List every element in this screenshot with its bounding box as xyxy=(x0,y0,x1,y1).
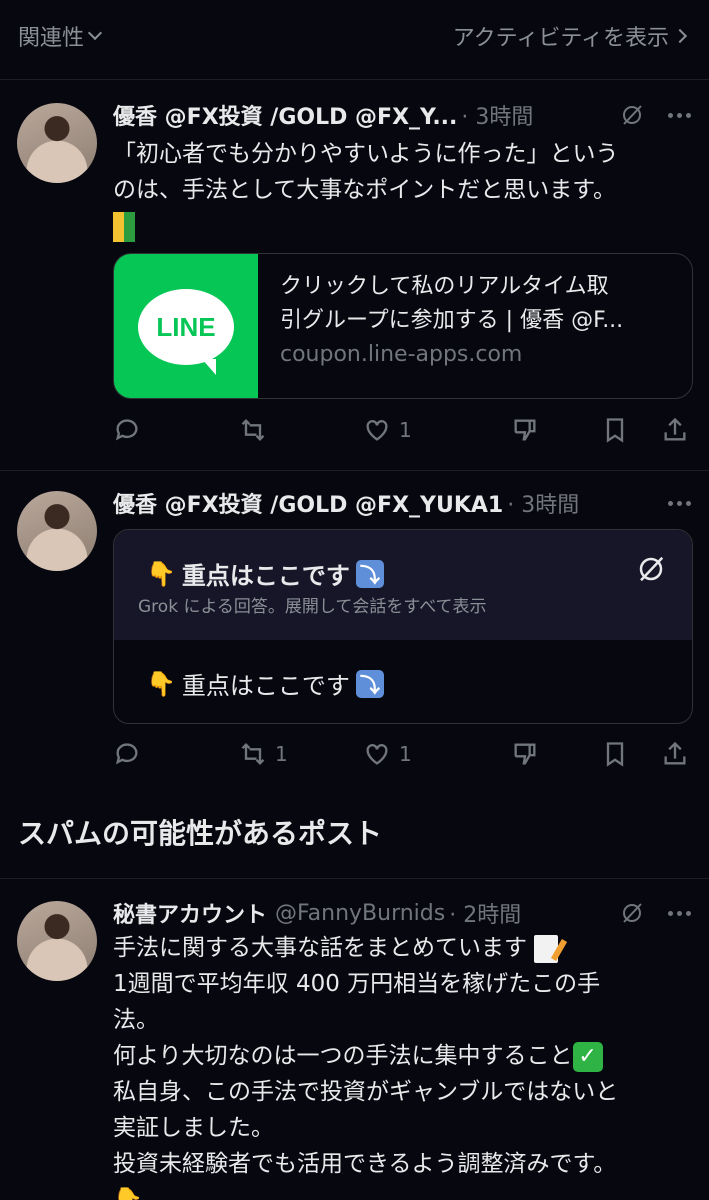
dislike-button[interactable] xyxy=(511,740,539,768)
post-2[interactable]: 優香 @FX投資 /GOLD @FX_YUKA1 · 3時間 👇 重点はここです… xyxy=(0,471,709,791)
post-text: 「初心者でも分かりやすいように作った」という のは、手法として大事なポイントだと… xyxy=(113,136,679,244)
post-text-line: 1週間で平均年収 400 万円相当を稼げたこの手 xyxy=(113,971,601,997)
post-actions: 1 1 xyxy=(113,739,693,769)
repost-button[interactable]: 1 xyxy=(239,740,288,768)
memo-icon xyxy=(534,934,559,963)
post-text-line: 実証しました。 xyxy=(113,1115,274,1141)
post-time[interactable]: · 3時間 xyxy=(507,487,579,519)
beginner-mark-icon xyxy=(113,211,135,242)
heart-icon xyxy=(366,420,388,441)
reply-icon xyxy=(115,419,138,441)
share-button[interactable] xyxy=(661,740,689,768)
arrow-down-icon: ⤵ xyxy=(355,669,384,698)
post-3[interactable]: 秘書アカウント @FannyBurnids · 2時間 手法に関する大事な話をま… xyxy=(0,879,709,1200)
pointing-down-icon: 👇 xyxy=(113,1186,143,1200)
share-icon xyxy=(664,417,686,441)
more-options-icon[interactable] xyxy=(668,910,691,916)
grok-reply: 👇 重点はここです ⤵ xyxy=(146,666,384,701)
show-activity-label: アクティビティを表示 xyxy=(452,25,669,51)
repost-icon xyxy=(241,743,265,765)
bookmark-icon xyxy=(606,742,624,767)
post-text-line: 手法に関する大事な話をまとめています xyxy=(113,935,527,961)
bookmark-icon xyxy=(606,418,624,443)
relevance-filter-label: 関連性 xyxy=(18,25,85,51)
heart-icon xyxy=(366,744,388,765)
like-button[interactable]: 1 xyxy=(363,416,412,444)
card-title-line: クリックして私のリアルタイム取 xyxy=(280,274,609,299)
grok-subtitle: Grok による回答。展開して会話をすべて表示 xyxy=(138,597,487,617)
bookmark-button[interactable] xyxy=(601,740,629,768)
post-header: 優香 @FX投資 /GOLD @FX_Y... · 3時間 xyxy=(113,100,691,130)
repost-button[interactable] xyxy=(239,416,267,444)
share-button[interactable] xyxy=(661,416,689,444)
section-title: スパムの可能性があるポスト xyxy=(18,817,383,850)
card-domain: coupon.line-apps.com xyxy=(280,342,523,367)
dislike-icon xyxy=(514,743,536,765)
post-header: 秘書アカウント @FannyBurnids · 2時間 xyxy=(113,898,691,928)
grok-icon[interactable] xyxy=(620,103,644,127)
top-bar: 関連性 アクティビティを表示 xyxy=(0,0,709,80)
more-options-icon[interactable] xyxy=(668,500,691,506)
dislike-icon xyxy=(514,419,536,441)
avatar[interactable] xyxy=(17,491,97,571)
grok-title: 👇 重点はここです ⤵ xyxy=(146,556,384,591)
chevron-down-icon xyxy=(87,25,103,40)
line-logo-text: LINE xyxy=(156,311,216,342)
post-text-line: のは、手法として大事なポイントだと思います。 xyxy=(113,177,617,203)
bookmark-button[interactable] xyxy=(601,416,629,444)
post-1[interactable]: 優香 @FX投資 /GOLD @FX_Y... · 3時間 「初心者でも分かりや… xyxy=(0,81,709,471)
relevance-filter-dropdown[interactable]: 関連性 xyxy=(18,20,103,52)
dislike-button[interactable] xyxy=(511,416,539,444)
reply-button[interactable] xyxy=(113,740,141,768)
reply-button[interactable] xyxy=(113,416,141,444)
post-text-line: 法。 xyxy=(113,1007,159,1033)
avatar[interactable] xyxy=(17,103,97,183)
share-icon xyxy=(664,741,686,765)
grok-answer-header[interactable]: 👇 重点はここです ⤵ Grok による回答。展開して会話をすべて表示 xyxy=(114,530,692,640)
pointing-down-icon: 👇 xyxy=(146,669,176,698)
grok-icon[interactable] xyxy=(636,554,666,584)
post-text-line: 投資未経験者でも活用できるよう調整済みです。 xyxy=(113,1151,617,1177)
show-activity-link[interactable]: アクティビティを表示 xyxy=(452,20,688,52)
like-count: 1 xyxy=(399,742,412,766)
like-count: 1 xyxy=(399,418,412,442)
reply-icon xyxy=(115,743,138,765)
pointing-down-icon: 👇 xyxy=(146,559,176,588)
post-header: 優香 @FX投資 /GOLD @FX_YUKA1 · 3時間 xyxy=(113,488,691,518)
more-options-icon[interactable] xyxy=(668,112,691,118)
link-card[interactable]: LINE クリックして私のリアルタイム取 引グループに参加する | 優香 @F.… xyxy=(113,253,693,399)
post-time[interactable]: · 3時間 xyxy=(461,99,533,131)
grok-icon[interactable] xyxy=(620,901,644,925)
post-actions: 1 xyxy=(113,415,693,445)
arrow-down-icon: ⤵ xyxy=(355,559,384,588)
like-button[interactable]: 1 xyxy=(363,740,412,768)
author-name[interactable]: 優香 @FX投資 /GOLD @FX_YUKA1 xyxy=(113,487,503,519)
card-title-line: 引グループに参加する | 優香 @F... xyxy=(280,308,624,333)
grok-title-text: 重点はここです xyxy=(181,562,350,590)
post-text-line: 私自身、この手法で投資がギャンブルではないと xyxy=(113,1079,619,1105)
grok-answer-box[interactable]: 👇 重点はここです ⤵ Grok による回答。展開して会話をすべて表示 👇 重点… xyxy=(113,529,693,724)
author-name[interactable]: 秘書アカウント xyxy=(113,897,267,929)
avatar[interactable] xyxy=(17,901,97,981)
post-text: 手法に関する大事な話をまとめています 1週間で平均年収 400 万円相当を稼げた… xyxy=(113,930,679,1200)
repost-icon xyxy=(241,419,265,441)
line-logo: LINE xyxy=(114,254,258,398)
post-text-line: 何より大切なのは一つの手法に集中すること xyxy=(113,1043,573,1069)
check-mark-icon: ✓ xyxy=(572,1041,603,1072)
author-handle[interactable]: @FannyBurnids xyxy=(275,901,445,926)
chevron-right-icon xyxy=(672,28,688,43)
repost-count: 1 xyxy=(275,742,288,766)
author-name[interactable]: 優香 @FX投資 /GOLD @FX_Y... xyxy=(113,99,457,131)
post-time[interactable]: · 2時間 xyxy=(449,897,521,929)
grok-reply-text: 重点はここです xyxy=(181,672,350,700)
post-text-line: 「初心者でも分かりやすいように作った」という xyxy=(113,141,619,167)
